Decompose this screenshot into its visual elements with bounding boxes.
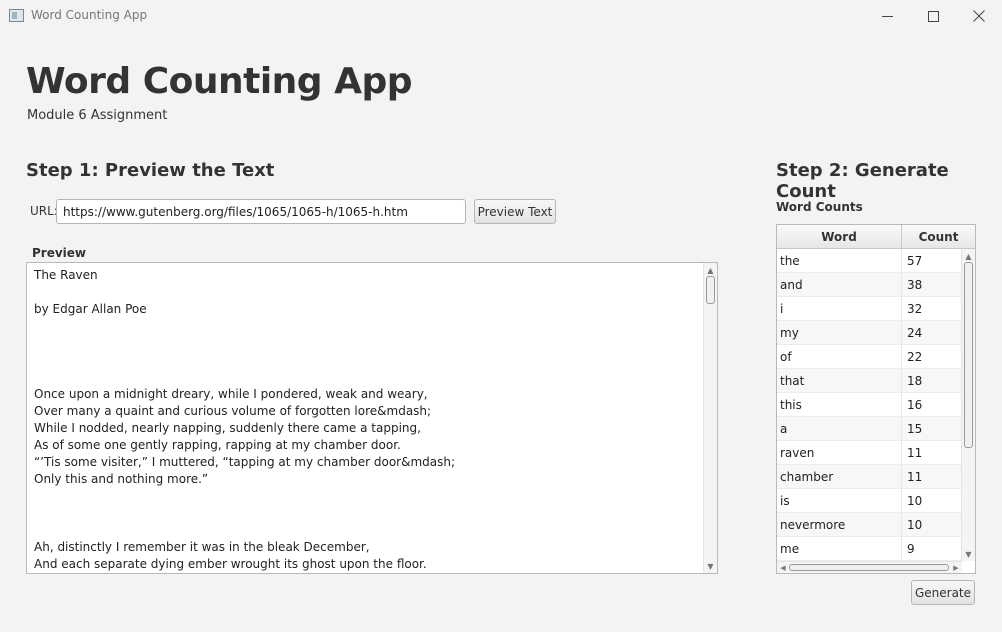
table-row[interactable]: my 24 [777, 321, 962, 345]
title-bar: Word Counting App [0, 0, 1002, 32]
minimize-button[interactable] [864, 0, 910, 32]
table-scroll-thumb[interactable] [964, 262, 973, 448]
count-cell: 18 [907, 373, 923, 388]
scroll-left-icon[interactable]: ◀ [777, 562, 789, 573]
table-hscroll-thumb[interactable] [789, 564, 949, 571]
generate-button[interactable]: Generate [911, 580, 975, 605]
table-row[interactable]: raven 11 [777, 441, 962, 465]
table-row[interactable]: and 38 [777, 273, 962, 297]
word-cell: a [777, 417, 902, 440]
table-row[interactable]: is 10 [777, 489, 962, 513]
scroll-up-icon[interactable]: ▲ [962, 250, 975, 262]
window-title: Word Counting App [31, 8, 148, 22]
preview-label: Preview [32, 246, 87, 260]
table-row[interactable]: a 15 [777, 417, 962, 441]
table-row[interactable]: nevermore 10 [777, 513, 962, 537]
step2-heading: Step 2: Generate Count [776, 160, 949, 202]
scroll-down-icon[interactable]: ▼ [704, 560, 717, 572]
count-cell: 57 [907, 253, 923, 268]
table-row[interactable]: chamber 11 [777, 465, 962, 489]
url-input[interactable] [56, 199, 466, 224]
word-cell: my [777, 321, 902, 344]
preview-scrollbar[interactable]: ▲ ▼ [703, 263, 717, 573]
word-cell: i [777, 297, 902, 320]
scroll-down-icon[interactable]: ▼ [962, 548, 975, 560]
word-cell: chamber [777, 465, 902, 488]
count-cell: 38 [907, 277, 923, 292]
column-header-count[interactable]: Count [902, 225, 975, 249]
count-cell: 10 [907, 517, 923, 532]
count-cell: 32 [907, 301, 923, 316]
table-horizontal-scrollbar[interactable]: ◀ ▶ [777, 561, 962, 573]
step1-heading: Step 1: Preview the Text [26, 160, 275, 181]
app-icon [9, 9, 24, 22]
count-cell: 9 [907, 541, 915, 556]
word-cell: the [777, 249, 902, 272]
preview-text-button[interactable]: Preview Text [474, 199, 556, 224]
table-row[interactable]: of 22 [777, 345, 962, 369]
table-row[interactable]: that 18 [777, 369, 962, 393]
word-cell: and [777, 273, 902, 296]
minimize-icon [881, 15, 893, 17]
word-cell: that [777, 369, 902, 392]
maximize-button[interactable] [910, 0, 956, 32]
word-cell: of [777, 345, 902, 368]
word-counts-label: Word Counts [776, 200, 863, 214]
url-label: URL: [30, 204, 58, 218]
table-header: Word Count [777, 225, 975, 249]
word-cell: nevermore [777, 513, 902, 536]
count-cell: 16 [907, 397, 923, 412]
table-row[interactable]: this 16 [777, 393, 962, 417]
word-cell: raven [777, 441, 902, 464]
preview-text: The Raven by Edgar Allan Poe Once upon a… [34, 268, 456, 571]
count-cell: 24 [907, 325, 923, 340]
scroll-right-icon[interactable]: ▶ [950, 562, 962, 573]
table-row[interactable]: i 32 [777, 297, 962, 321]
preview-scroll-thumb[interactable] [706, 276, 715, 304]
close-icon [973, 10, 985, 22]
word-cell: me [777, 537, 902, 560]
table-body: the 57 and 38 i 32 my 24 of 22 that 18 this 16 a 15 rave… [777, 249, 962, 561]
maximize-icon [927, 10, 939, 22]
app-subtitle: Module 6 Assignment [27, 108, 168, 123]
table-row[interactable]: me 9 [777, 537, 962, 561]
count-cell: 11 [907, 445, 923, 460]
table-vertical-scrollbar[interactable]: ▲ ▼ [961, 249, 975, 561]
preview-text-area[interactable]: The Raven by Edgar Allan Poe Once upon a… [26, 262, 718, 574]
word-count-table[interactable]: Word Count the 57 and 38 i 32 my 24 of 22 that 18th… [776, 224, 976, 574]
count-cell: 15 [907, 421, 923, 436]
count-cell: 22 [907, 349, 923, 364]
table-row[interactable]: the 57 [777, 249, 962, 273]
count-cell: 11 [907, 469, 923, 484]
app-title: Word Counting App [26, 61, 413, 102]
close-button[interactable] [956, 0, 1002, 32]
column-header-word[interactable]: Word [777, 225, 902, 249]
word-cell: is [777, 489, 902, 512]
count-cell: 10 [907, 493, 923, 508]
word-cell: this [777, 393, 902, 416]
scroll-up-icon[interactable]: ▲ [704, 264, 717, 276]
